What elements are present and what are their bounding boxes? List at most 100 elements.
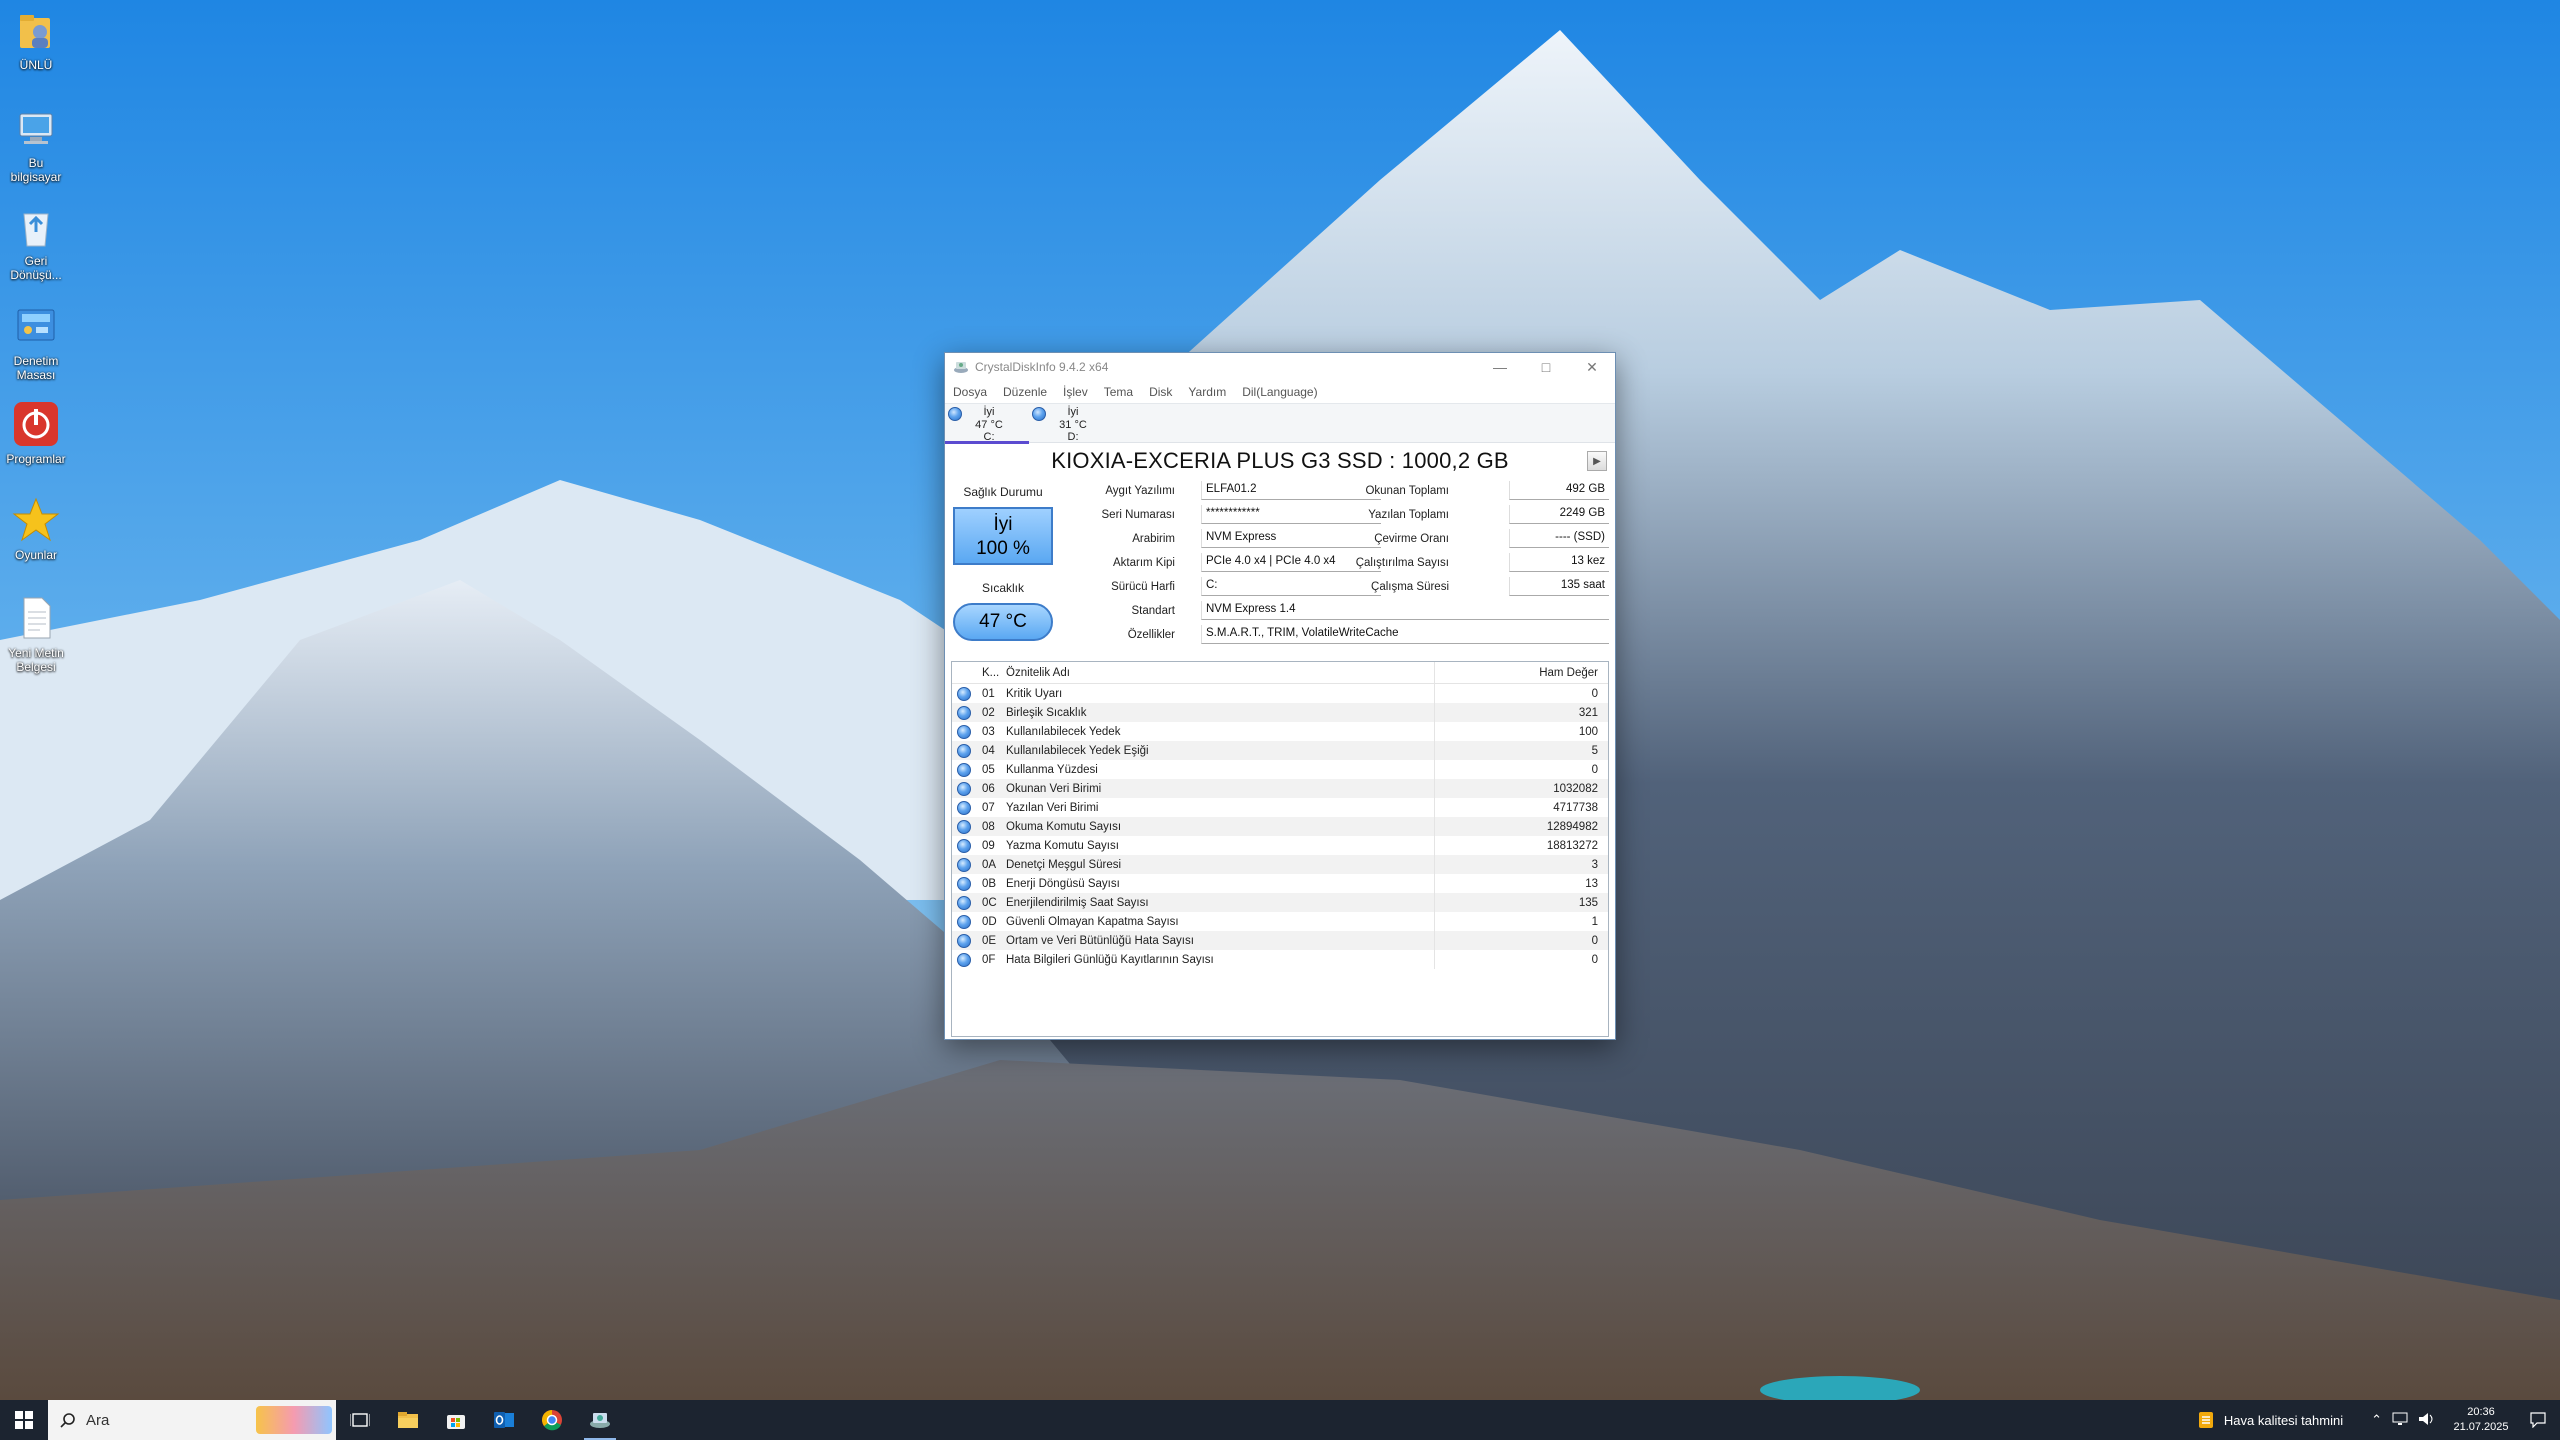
table-row[interactable]: 09 Yazma Komutu Sayısı 18813272: [952, 836, 1608, 855]
power-on-hours-label: Çalışma Süresi: [1371, 581, 1449, 593]
maximize-button[interactable]: □: [1523, 353, 1569, 381]
drive-tab-c[interactable]: İyi 47 °C C:: [945, 404, 1029, 444]
attribute-name: Okuma Komutu Sayısı: [1006, 820, 1122, 833]
table-body: 01 Kritik Uyarı 0 02 Birleşik Sıcaklık 321 03 K…: [952, 684, 1608, 969]
table-row[interactable]: 02 Birleşik Sıcaklık 321: [952, 703, 1608, 722]
table-row[interactable]: 04 Kullanılabilecek Yedek Eşiği 5: [952, 741, 1608, 760]
desktop-icon-recycle-bin[interactable]: Geri Dönüşü...: [0, 202, 72, 282]
search-placeholder: Ara: [86, 1411, 110, 1429]
table-row[interactable]: 07 Yazılan Veri Birimi 4717738: [952, 798, 1608, 817]
attribute-id: 0F: [982, 953, 996, 966]
table-row[interactable]: 0B Enerji Döngüsü Sayısı 13: [952, 874, 1608, 893]
desktop-icon-label: Oyunlar: [14, 548, 58, 562]
next-disk-button[interactable]: ▶: [1587, 451, 1607, 471]
status-good-icon: [952, 819, 976, 834]
desktop-icon-control-panel[interactable]: Denetim Masası: [0, 302, 72, 382]
attribute-name: Kullanılabilecek Yedek: [1006, 725, 1121, 738]
desktop-icon-user-folder[interactable]: ÜNLÜ: [0, 6, 72, 72]
notification-center-button[interactable]: [2516, 1412, 2560, 1428]
power-icon: [12, 400, 60, 448]
attribute-raw-value: 135: [1434, 893, 1608, 912]
temperature-box[interactable]: 47 °C: [953, 603, 1053, 641]
minimize-button[interactable]: —: [1477, 353, 1523, 381]
desktop-icon-label: Yeni Metin Belgesi: [8, 646, 64, 674]
title-bar[interactable]: CrystalDiskInfo 9.4.2 x64 — □ ✕: [945, 353, 1615, 381]
network-icon[interactable]: [2392, 1412, 2408, 1429]
table-row[interactable]: 01 Kritik Uyarı 0: [952, 684, 1608, 703]
attribute-name: Kullanma Yüzdesi: [1006, 763, 1098, 776]
menu-function[interactable]: İşlev: [1063, 385, 1088, 399]
search-highlight-image: [256, 1406, 332, 1434]
close-button[interactable]: ✕: [1569, 353, 1615, 381]
table-row[interactable]: 06 Okunan Veri Birimi 1032082: [952, 779, 1608, 798]
status-good-icon: [952, 838, 976, 853]
folder-icon: [398, 1412, 418, 1428]
desktop-icon-text-document[interactable]: Yeni Metin Belgesi: [0, 594, 72, 674]
column-header-name[interactable]: Öznitelik Adı: [1004, 667, 1434, 679]
attribute-id: 0D: [982, 915, 997, 928]
health-status-box[interactable]: İyi 100 %: [953, 507, 1053, 565]
menu-language[interactable]: Dil(Language): [1242, 385, 1317, 399]
table-row[interactable]: 0A Denetçi Meşgul Süresi 3: [952, 855, 1608, 874]
attribute-raw-value: 1032082: [1434, 779, 1608, 798]
task-view-button[interactable]: [336, 1400, 384, 1440]
table-row[interactable]: 05 Kullanma Yüzdesi 0: [952, 760, 1608, 779]
attribute-id: 03: [982, 725, 995, 738]
attribute-raw-value: 0: [1434, 684, 1608, 703]
control-panel-icon: [12, 302, 60, 350]
attribute-name: Yazılan Veri Birimi: [1006, 801, 1099, 814]
desktop-icon-programs[interactable]: Programlar: [0, 400, 72, 466]
attribute-name: Birleşik Sıcaklık: [1006, 706, 1087, 719]
start-button[interactable]: [0, 1400, 48, 1440]
outlook-icon: [494, 1412, 514, 1428]
power-on-hours-value: 135 saat: [1509, 577, 1609, 596]
column-header-raw[interactable]: Ham Değer: [1434, 662, 1608, 683]
status-good-icon: [952, 933, 976, 948]
file-explorer-button[interactable]: [384, 1400, 432, 1440]
host-reads-label: Okunan Toplamı: [1365, 485, 1449, 497]
firmware-label: Aygıt Yazılımı: [1105, 485, 1175, 497]
table-row[interactable]: 0F Hata Bilgileri Günlüğü Kayıtlarının Sa…: [952, 950, 1608, 969]
system-tray: Hava kalitesi tahmini ⌃ 20:36 21.07.2025: [2196, 1400, 2560, 1440]
desktop-icon-label: ÜNLÜ: [19, 58, 53, 72]
transfer-mode-label: Aktarım Kipi: [1113, 557, 1175, 569]
attribute-id: 0E: [982, 934, 997, 947]
recycle-bin-icon: [12, 202, 60, 250]
table-row[interactable]: 03 Kullanılabilecek Yedek 100: [952, 722, 1608, 741]
drive-letter-label: Sürücü Harfi: [1111, 581, 1175, 593]
chrome-button[interactable]: [528, 1400, 576, 1440]
taskbar-search-box[interactable]: Ara: [48, 1400, 336, 1440]
attribute-raw-value: 321: [1434, 703, 1608, 722]
table-row[interactable]: 0D Güvenli Olmayan Kapatma Sayısı 1: [952, 912, 1608, 931]
menu-edit[interactable]: Düzenle: [1003, 385, 1047, 399]
status-good-icon: [952, 781, 976, 796]
store-icon: [447, 1415, 465, 1429]
menu-help[interactable]: Yardım: [1188, 385, 1226, 399]
smart-attribute-table[interactable]: K... Öznitelik Adı Ham Değer 01 Kritik Uy…: [951, 661, 1609, 1037]
menu-disk[interactable]: Disk: [1149, 385, 1172, 399]
weather-widget[interactable]: Hava kalitesi tahmini: [2196, 1410, 2343, 1430]
attribute-name: Okunan Veri Birimi: [1006, 782, 1102, 795]
menu-bar: Dosya Düzenle İşlev Tema Disk Yardım Dil…: [945, 381, 1615, 403]
table-row[interactable]: 0C Enerjilendirilmiş Saat Sayısı 135: [952, 893, 1608, 912]
star-icon: [12, 496, 60, 544]
power-on-count-label: Çalıştırılma Sayısı: [1355, 557, 1449, 569]
attribute-raw-value: 4717738: [1434, 798, 1608, 817]
taskbar-clock[interactable]: 20:36 21.07.2025: [2446, 1405, 2516, 1435]
outlook-button[interactable]: [480, 1400, 528, 1440]
attribute-raw-value: 3: [1434, 855, 1608, 874]
menu-theme[interactable]: Tema: [1104, 385, 1133, 399]
attribute-id: 04: [982, 744, 995, 757]
crystaldiskinfo-taskbar-button[interactable]: [576, 1400, 624, 1440]
menu-file[interactable]: Dosya: [953, 385, 987, 399]
show-hidden-icons-button[interactable]: ⌃: [2371, 1412, 2382, 1428]
desktop-icon-games[interactable]: Oyunlar: [0, 496, 72, 562]
features-value: S.M.A.R.T., TRIM, VolatileWriteCache: [1201, 625, 1609, 644]
drive-tab-d[interactable]: İyi 31 °C D:: [1029, 404, 1113, 444]
column-header-id[interactable]: K...: [976, 667, 1004, 679]
microsoft-store-button[interactable]: [432, 1400, 480, 1440]
volume-icon[interactable]: [2418, 1412, 2436, 1429]
desktop-icon-this-pc[interactable]: Bu bilgisayar: [0, 104, 72, 184]
table-row[interactable]: 08 Okuma Komutu Sayısı 12894982: [952, 817, 1608, 836]
table-row[interactable]: 0E Ortam ve Veri Bütünlüğü Hata Sayısı 0: [952, 931, 1608, 950]
